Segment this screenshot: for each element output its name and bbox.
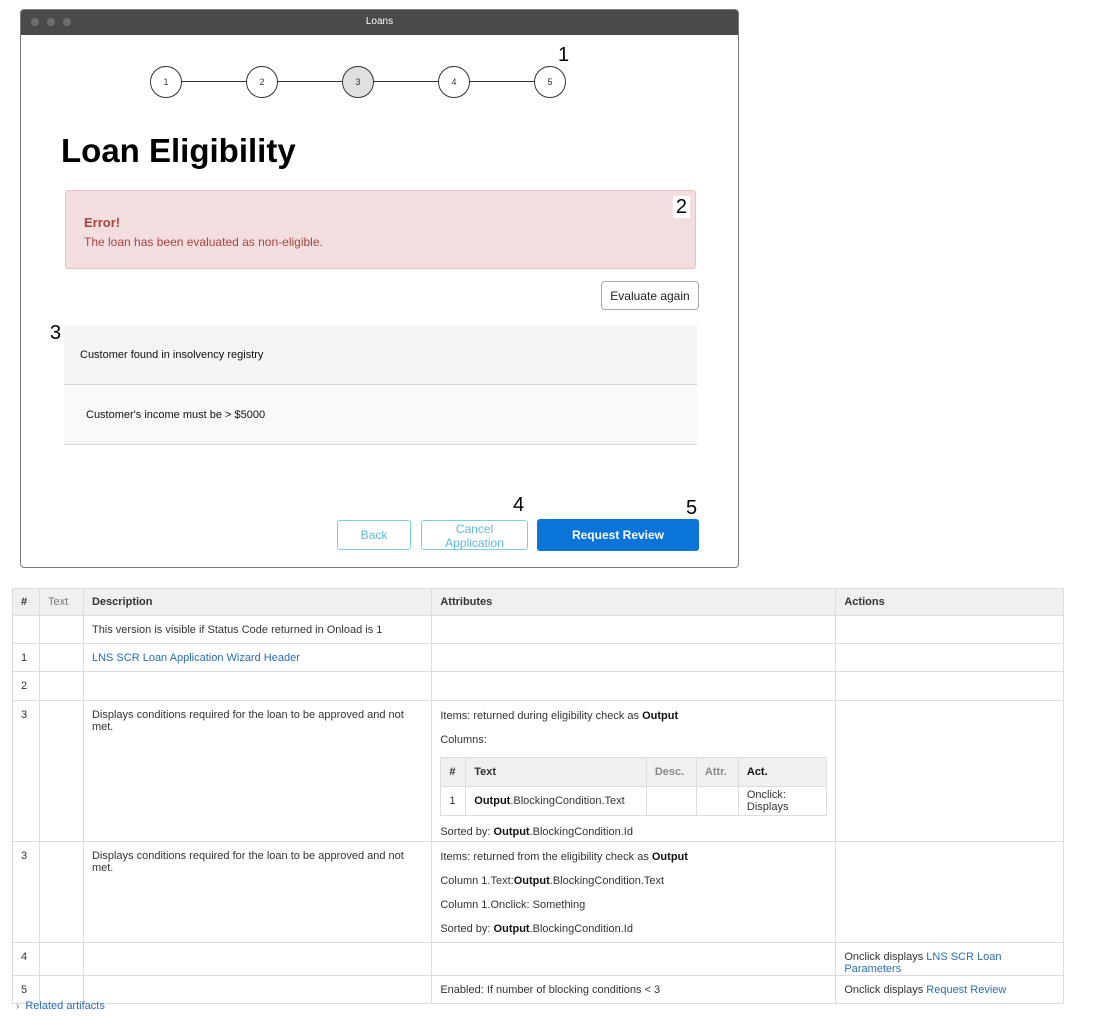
inner-col-act: Act. — [737, 757, 828, 787]
table-row: 4 Onclick displays LNS SCR Loan Paramete… — [12, 942, 1064, 976]
inner-row: 1 Output.BlockingCondition.Text Onclick:… — [440, 786, 828, 816]
related-artifacts-link[interactable]: Related artifacts — [25, 1000, 104, 1012]
description-cell: This version is visible if Status Code r… — [82, 615, 433, 644]
spec-table: # Text Description Attributes Actions Th… — [12, 588, 1064, 1004]
callout-3: 3 — [50, 322, 62, 344]
callout-2: 2 — [672, 196, 690, 218]
condition-text: Customer's income must be > $5000 — [86, 408, 266, 421]
inner-col-num: # — [440, 757, 467, 787]
columns-table: # Text Desc. Attr. Act. 1 Output.Blockin… — [440, 757, 828, 816]
row-number: 4 — [12, 942, 40, 976]
spec-header-row: # Text Description Attributes Actions — [12, 588, 1064, 616]
description-cell: Displays conditions required for the loa… — [82, 700, 433, 842]
callout-5: 5 — [686, 497, 698, 519]
description-cell: Displays conditions required for the loa… — [82, 841, 433, 943]
alert-message: The loan has been evaluated as non-eligi… — [84, 235, 323, 249]
actions-cell: Onclick displays Request Review — [835, 975, 1064, 1004]
table-row: 2 — [12, 671, 1064, 701]
related-artifacts-toggle[interactable]: › Related artifacts — [16, 1000, 105, 1012]
condition-text: Customer found in insolvency registry — [80, 348, 264, 361]
col-header-description: Description — [82, 588, 433, 616]
blocking-condition-item[interactable]: Customer's income must be > $5000 — [64, 385, 697, 445]
attributes-cell: Items: returned from the eligibility che… — [431, 841, 837, 943]
callout-4: 4 — [513, 494, 525, 516]
request-review-button[interactable]: Request Review — [537, 519, 699, 551]
title-bar: Loans — [21, 10, 738, 35]
table-row: This version is visible if Status Code r… — [12, 615, 1064, 644]
inner-col-attr: Attr. — [695, 757, 739, 787]
error-alert: Error! The loan has been evaluated as no… — [65, 190, 696, 269]
table-row: 1 LNS SCR Loan Application Wizard Header — [12, 643, 1064, 672]
step-5[interactable]: 5 — [534, 66, 566, 98]
table-row: 3 Displays conditions required for the l… — [12, 841, 1064, 943]
attributes-cell: Enabled: If number of blocking condition… — [431, 975, 837, 1004]
step-4[interactable]: 4 — [438, 66, 470, 98]
row-number: 1 — [12, 643, 40, 672]
row-number: 2 — [12, 671, 40, 701]
row-number: 3 — [12, 700, 40, 842]
col-header-text: Text — [38, 588, 84, 616]
alert-heading: Error! — [84, 215, 121, 230]
inner-col-desc: Desc. — [645, 757, 697, 787]
description-cell: LNS SCR Loan Application Wizard Header — [82, 643, 433, 672]
page-title: Loan Eligibility — [61, 132, 296, 169]
step-3[interactable]: 3 — [342, 66, 374, 98]
app-window: Loans 1 2 3 4 5 1 Loan Eligibility Error… — [20, 9, 739, 568]
callout-1: 1 — [558, 44, 570, 66]
request-review-link[interactable]: Request Review — [926, 984, 1006, 996]
back-button[interactable]: Back — [337, 520, 411, 550]
cancel-application-button[interactable]: Cancel Application — [421, 520, 528, 550]
blocking-condition-item[interactable]: Customer found in insolvency registry — [64, 325, 697, 385]
col-header-actions: Actions — [835, 588, 1064, 616]
chevron-right-icon: › — [16, 1001, 20, 1012]
table-row: 3 Displays conditions required for the l… — [12, 700, 1064, 842]
step-1[interactable]: 1 — [150, 66, 182, 98]
window-title: Loans — [365, 16, 394, 27]
row-number: 3 — [12, 841, 40, 943]
wizard-stepper: 1 2 3 4 5 — [150, 66, 566, 98]
attributes-cell: Items: returned during eligibility check… — [431, 700, 837, 842]
wizard-header-link[interactable]: LNS SCR Loan Application Wizard Header — [92, 652, 300, 664]
actions-cell: Onclick displays LNS SCR Loan Parameters — [835, 942, 1064, 976]
evaluate-again-button[interactable]: Evaluate again — [601, 281, 699, 310]
inner-col-text: Text — [465, 757, 647, 787]
table-row: 5 Enabled: If number of blocking conditi… — [12, 975, 1064, 1004]
col-header-num: # — [12, 588, 40, 616]
step-2[interactable]: 2 — [246, 66, 278, 98]
col-header-attributes: Attributes — [431, 588, 837, 616]
